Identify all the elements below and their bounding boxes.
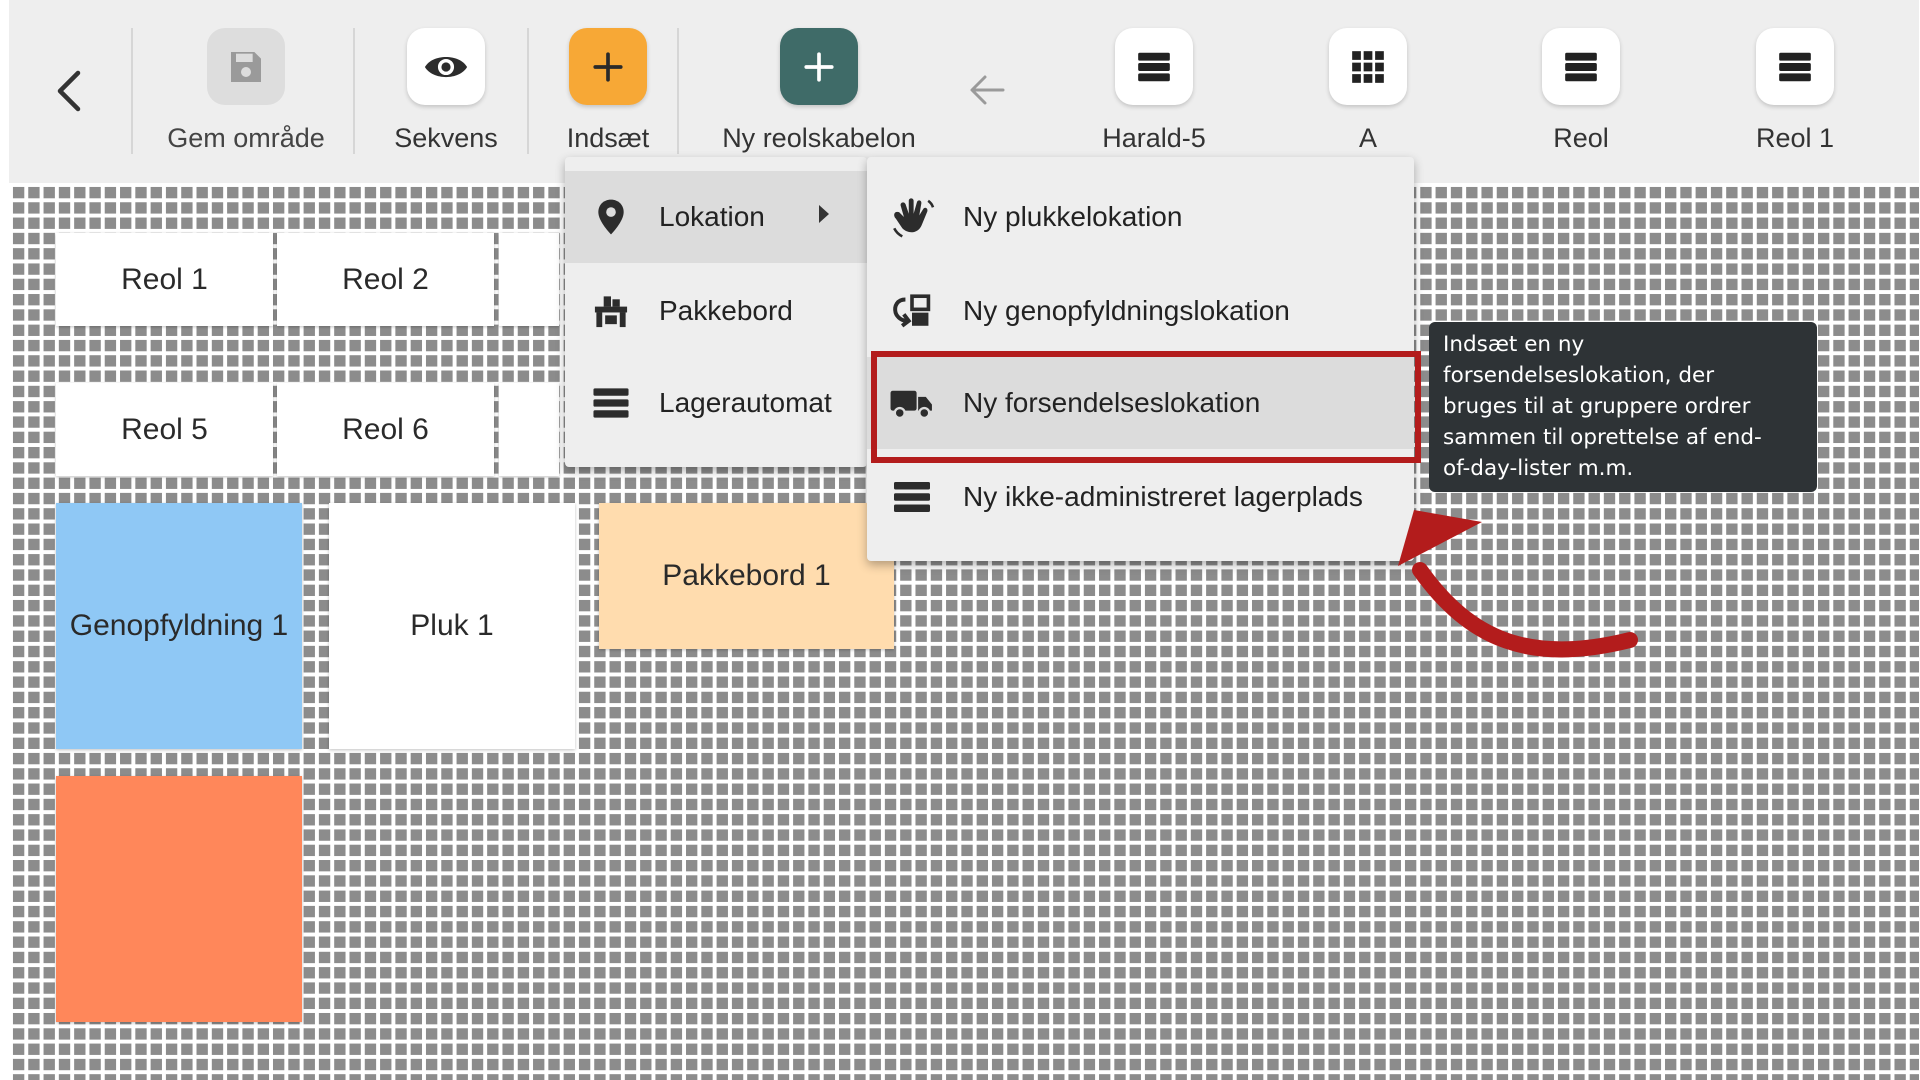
insert-button[interactable]: Indsæt (543, 28, 673, 154)
grid-icon (1329, 28, 1407, 105)
menu-item-location[interactable]: Lokation (565, 171, 867, 263)
list-icon (1115, 28, 1193, 105)
template-reol-1[interactable]: Reol 1 (1720, 28, 1870, 154)
menu-item-label: Ny forsendelseslokation (963, 387, 1261, 418)
insert-menu: Lokation Pakkebord Lagerautomat (565, 157, 867, 467)
location-submenu: Ny plukkelokation Ny genopfyldningslokat… (867, 157, 1414, 561)
menu-item-label: Lokation (659, 201, 765, 232)
sequence-button[interactable]: Sekvens (371, 28, 521, 154)
menu-item-packing-table[interactable]: Pakkebord (565, 265, 867, 357)
toolbar-divider (131, 28, 133, 154)
template-harald-5[interactable]: Harald-5 (1079, 28, 1229, 154)
template-label: Harald-5 (1102, 123, 1206, 153)
menu-item-new-replenishment-location[interactable]: Ny genopfyldningslokation (867, 265, 1414, 357)
plus-icon (569, 28, 647, 105)
template-label: A (1358, 123, 1377, 153)
menu-item-label: Lagerautomat (659, 387, 832, 418)
shelf-tile[interactable]: Reol 5 (56, 383, 273, 476)
replenish-icon (889, 288, 935, 334)
packing-table-tile[interactable]: Pakkebord 1 (599, 503, 894, 649)
new-shelf-template-button[interactable]: Ny reolskabelon (699, 28, 939, 154)
menu-item-label: Pakkebord (659, 295, 793, 326)
list-icon (1542, 28, 1620, 105)
pick-location-tile[interactable]: Pluk 1 (329, 503, 575, 749)
shelf-tile[interactable]: Reol 6 (277, 383, 494, 476)
shelf-tile[interactable] (499, 383, 559, 476)
toolbar-divider (527, 28, 529, 154)
shelf-tile[interactable] (499, 233, 559, 326)
toolbar-divider (677, 28, 679, 154)
tooltip-line: bruges til at gruppere ordrer (1443, 394, 1751, 419)
list-icon (889, 474, 935, 520)
replenishment-location-tile[interactable]: Genopfyldning 1 (56, 503, 302, 749)
toolbar-divider (353, 28, 355, 154)
menu-item-label: Ny genopfyldningslokation (963, 295, 1290, 326)
template-reol[interactable]: Reol (1506, 28, 1656, 154)
menu-item-new-shipping-location[interactable]: Ny forsendelseslokation (867, 357, 1414, 449)
menu-item-storage-automat[interactable]: Lagerautomat (565, 357, 867, 449)
shelf-tile[interactable]: Reol 1 (56, 233, 273, 326)
back-button[interactable] (29, 55, 109, 127)
menu-item-new-pick-location[interactable]: Ny plukkelokation (867, 171, 1414, 263)
template-label: Reol (1553, 123, 1609, 153)
toolbar: Gem område Sekvens Indsæt Ny reolskabelo… (9, 0, 1919, 183)
new-shelf-template-label: Ny reolskabelon (722, 123, 916, 153)
packing-table-icon (591, 291, 631, 331)
arrow-left-icon[interactable] (967, 72, 1007, 113)
sequence-label: Sekvens (394, 123, 498, 153)
truck-icon (889, 380, 935, 426)
menu-item-label: Ny ikke-administreret lagerplads (963, 481, 1363, 512)
tooltip-line: sammen til oprettelse af end- (1443, 425, 1762, 450)
template-a[interactable]: A (1293, 28, 1443, 154)
save-area-button[interactable]: Gem område (151, 28, 341, 154)
chevron-left-icon (57, 70, 81, 112)
location-pin-icon (591, 197, 631, 237)
caret-right-icon (819, 205, 829, 223)
save-icon (207, 28, 285, 105)
tooltip-line: forsendelseslokation, der (1443, 363, 1715, 388)
orange-location-tile[interactable] (56, 776, 302, 1022)
storage-automat-icon (591, 383, 631, 423)
menu-item-label: Ny plukkelokation (963, 201, 1183, 232)
shelf-tile[interactable]: Reol 2 (277, 233, 494, 326)
template-label: Reol 1 (1755, 123, 1835, 153)
tooltip-line: of-day-lister m.m. (1443, 456, 1634, 481)
hand-pick-icon (889, 194, 935, 240)
tooltip-line: Indsæt en ny (1443, 332, 1585, 357)
eye-icon (407, 28, 485, 105)
plus-icon (780, 28, 858, 105)
list-icon (1756, 28, 1834, 105)
menu-item-new-unmanaged-storage[interactable]: Ny ikke-administreret lagerplads (867, 451, 1414, 543)
insert-label: Indsæt (566, 123, 650, 153)
app-frame: Gem område Sekvens Indsæt Ny reolskabelo… (9, 0, 1919, 1080)
tooltip: Indsæt en ny forsendelseslokation, der b… (1429, 322, 1817, 492)
save-area-label: Gem område (167, 123, 325, 153)
